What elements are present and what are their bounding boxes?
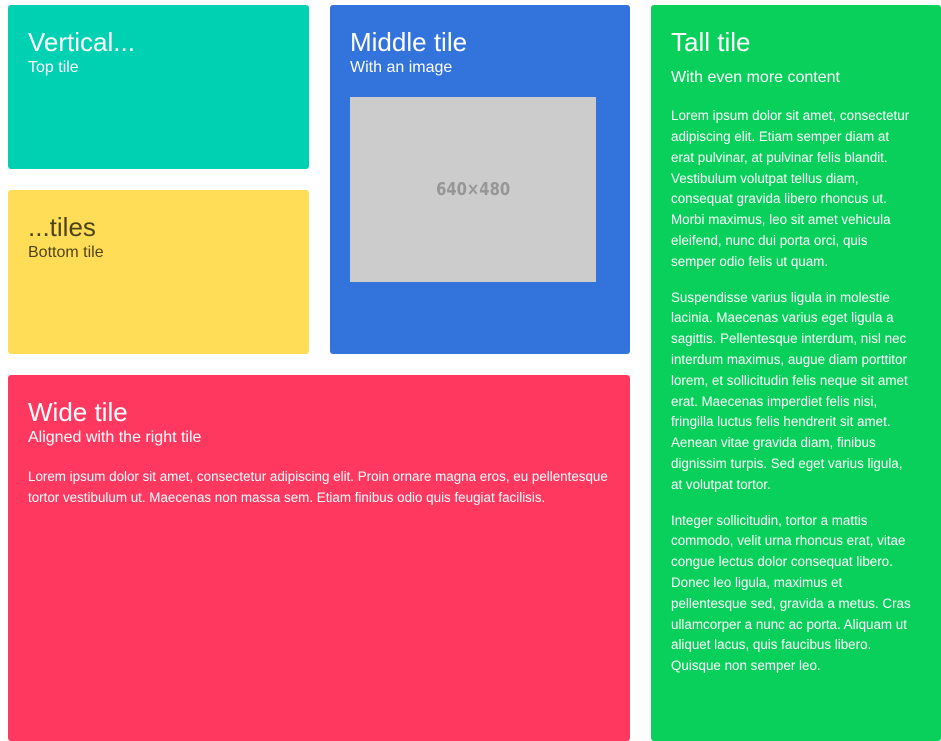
tall-tile-paragraph: Integer sollicitudin, tortor a mattis co… <box>671 512 911 674</box>
tall-tile-paragraph: Lorem ipsum dolor sit amet, consectetur … <box>671 108 910 269</box>
top-tile-title: Vertical... <box>28 27 135 57</box>
middle-tile-title: Middle tile <box>350 27 468 57</box>
bottom-tile-subtitle: Bottom tile <box>28 244 104 262</box>
bottom-tile: ...tiles Bottom tile <box>8 190 309 354</box>
tall-tile-paragraph: Suspendisse varius ligula in molestie la… <box>671 289 908 492</box>
bottom-tile-title: ...tiles <box>28 212 96 242</box>
wide-tile-subtitle: Aligned with the right tile <box>28 429 202 447</box>
placeholder-image: 640×480 <box>350 97 596 282</box>
wide-tile-text: Lorem ipsum dolor sit amet, consectetur … <box>28 469 608 505</box>
top-tile-subtitle: Top tile <box>28 59 79 77</box>
wide-tile: Wide tile Aligned with the right tile Lo… <box>8 375 630 741</box>
middle-tile-subtitle: With an image <box>350 59 453 77</box>
wide-tile-title: Wide tile <box>28 397 128 427</box>
middle-tile: Middle tile With an image 640×480 <box>330 5 630 354</box>
tall-tile-title: Tall tile <box>671 27 751 57</box>
tall-tile-subtitle: With even more content <box>671 69 840 87</box>
placeholder-image-label: 640×480 <box>435 179 510 200</box>
tall-tile: Tall tile With even more content Lorem i… <box>651 5 941 741</box>
top-tile: Vertical... Top tile <box>8 5 309 169</box>
